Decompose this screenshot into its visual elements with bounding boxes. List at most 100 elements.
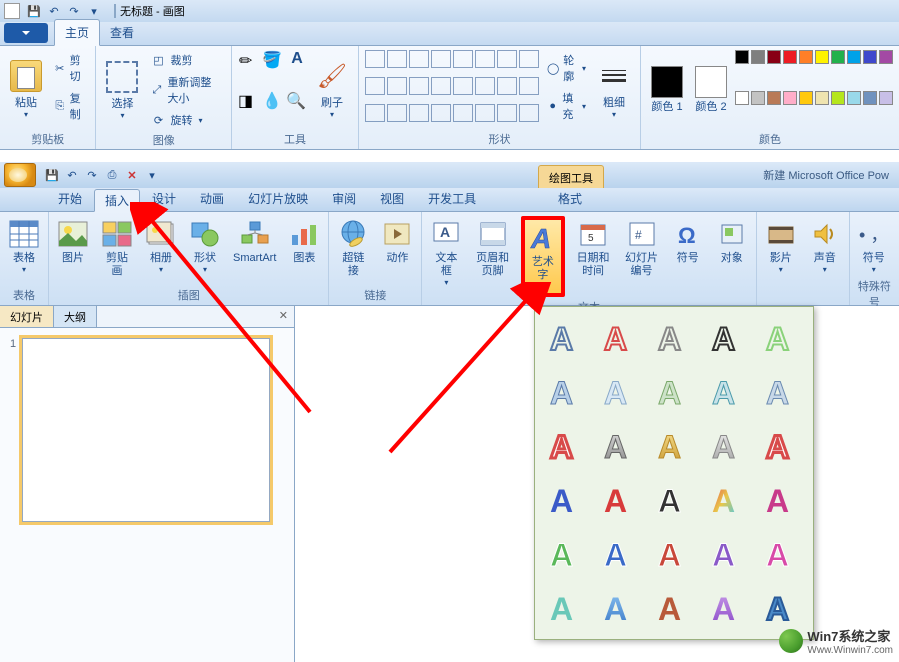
wordart-style-22[interactable]: A [649, 529, 699, 579]
shape-item[interactable] [409, 77, 429, 95]
shape-item[interactable] [431, 104, 451, 122]
brush-button[interactable]: 🖌 刷子 ▾ [312, 50, 352, 129]
shape-item[interactable] [387, 104, 407, 122]
ppt-print-icon[interactable]: ⎙ [102, 165, 122, 185]
movie-button[interactable]: 影片▾ [763, 216, 799, 276]
color-swatch[interactable] [879, 50, 893, 64]
thickness-button[interactable]: 粗细 ▾ [594, 50, 634, 129]
fill-button[interactable]: ●填充▾ [543, 88, 590, 124]
shapes-gallery[interactable] [365, 50, 539, 129]
shape-item[interactable] [497, 50, 517, 68]
color-swatch[interactable] [735, 91, 749, 105]
wordart-style-11[interactable]: A [595, 421, 645, 471]
ppt-tab-8[interactable]: 格式 [546, 186, 594, 211]
wordart-style-10[interactable]: A [541, 421, 591, 471]
object-button[interactable]: 对象 [714, 216, 750, 267]
header-footer-button[interactable]: 页眉和页脚 [472, 216, 512, 280]
zoom-tool[interactable]: 🔍 [286, 91, 308, 113]
wordart-style-13[interactable]: A [703, 421, 753, 471]
color-swatch[interactable] [879, 91, 893, 105]
cut-button[interactable]: 剪切 [50, 50, 89, 86]
color-swatch[interactable] [799, 50, 813, 64]
color-swatch[interactable] [863, 50, 877, 64]
shape-item[interactable] [431, 50, 451, 68]
shape-item[interactable] [431, 77, 451, 95]
paint-file-button[interactable] [4, 23, 48, 43]
redo-icon[interactable] [66, 3, 82, 19]
datetime-button[interactable]: 5日期和时间 [573, 216, 613, 280]
textbox-button[interactable]: A文本框▾ [428, 216, 464, 289]
wordart-style-23[interactable]: A [703, 529, 753, 579]
shape-item[interactable] [475, 104, 495, 122]
color-swatch[interactable] [751, 91, 765, 105]
color-swatch[interactable] [863, 91, 877, 105]
color-swatch[interactable] [815, 91, 829, 105]
ppt-tab-5[interactable]: 审阅 [320, 186, 368, 211]
ppt-tab-6[interactable]: 视图 [368, 186, 416, 211]
shape-item[interactable] [519, 50, 539, 68]
wordart-style-18[interactable]: A [703, 475, 753, 525]
wordart-style-20[interactable]: A [541, 529, 591, 579]
ppt-close-icon[interactable]: ✕ [122, 165, 142, 185]
wordart-style-2[interactable]: A [649, 313, 699, 363]
picker-tool[interactable]: 💧 [262, 91, 284, 113]
wordart-style-12[interactable]: A [649, 421, 699, 471]
shape-item[interactable] [387, 77, 407, 95]
color-swatch[interactable] [751, 50, 765, 64]
shape-item[interactable] [475, 77, 495, 95]
color-swatch[interactable] [815, 50, 829, 64]
hyperlink-button[interactable]: 超链接 [335, 216, 371, 280]
wordart-style-24[interactable]: A [757, 529, 807, 579]
wordart-style-0[interactable]: A [541, 313, 591, 363]
eraser-tool[interactable]: ◨ [238, 91, 260, 113]
ppt-tab-2[interactable]: 设计 [140, 186, 188, 211]
wordart-style-19[interactable]: A [757, 475, 807, 525]
ppt-redo-icon[interactable] [82, 165, 102, 185]
office-button[interactable] [4, 163, 36, 187]
picture-button[interactable]: 图片 [55, 216, 91, 267]
smartart-button[interactable]: SmartArt [231, 216, 278, 267]
ppt-tab-4[interactable]: 幻灯片放映 [236, 186, 320, 211]
wordart-style-16[interactable]: A [595, 475, 645, 525]
wordart-button[interactable]: A艺术字▾ [521, 216, 565, 297]
wordart-style-5[interactable]: A [541, 367, 591, 417]
slidenum-button[interactable]: #幻灯片编号 [621, 216, 661, 280]
undo-icon[interactable] [46, 3, 62, 19]
clipart-button[interactable]: 剪贴画 [99, 216, 135, 280]
qat-dropdown-icon[interactable]: ▾ [86, 3, 102, 19]
shape-item[interactable] [475, 50, 495, 68]
wordart-style-7[interactable]: A [649, 367, 699, 417]
resize-button[interactable]: 重新调整大小 [146, 72, 225, 108]
color-swatch[interactable] [831, 50, 845, 64]
shape-item[interactable] [519, 104, 539, 122]
wordart-style-6[interactable]: A [595, 367, 645, 417]
crop-button[interactable]: 裁剪 [146, 50, 225, 70]
paint-tab-view[interactable]: 查看 [100, 20, 144, 45]
ppt-qat-dropdown[interactable]: ▾ [142, 165, 162, 185]
shape-item[interactable] [497, 104, 517, 122]
ppt-tab-7[interactable]: 开发工具 [416, 186, 488, 211]
ppt-save-icon[interactable] [42, 165, 62, 185]
color-swatch[interactable] [831, 91, 845, 105]
action-button[interactable]: 动作 [379, 216, 415, 267]
wordart-style-21[interactable]: A [595, 529, 645, 579]
shape-item[interactable] [497, 77, 517, 95]
color-palette[interactable] [735, 50, 893, 129]
sound-button[interactable]: 声音▾ [807, 216, 843, 276]
wordart-style-9[interactable]: A [757, 367, 807, 417]
wordart-style-17[interactable]: A [649, 475, 699, 525]
copy-button[interactable]: 复制 [50, 88, 89, 124]
wordart-style-27[interactable]: A [649, 583, 699, 633]
ppt-tab-1[interactable]: 插入 [94, 189, 140, 212]
paint-tab-home[interactable]: 主页 [54, 19, 100, 46]
symbol-button[interactable]: Ω符号 [670, 216, 706, 267]
slide-thumbnail[interactable]: 1 [10, 338, 284, 522]
pencil-tool[interactable]: ✏ [238, 50, 260, 72]
color-swatch[interactable] [783, 50, 797, 64]
chart-button[interactable]: 图表 [286, 216, 322, 267]
special-symbol-button[interactable]: • ，符号▾ [856, 216, 892, 276]
color-swatch[interactable] [767, 50, 781, 64]
color2-button[interactable]: 颜色 2 [691, 50, 731, 129]
outline-button[interactable]: ◯轮廓▾ [543, 50, 590, 86]
shape-item[interactable] [387, 50, 407, 68]
